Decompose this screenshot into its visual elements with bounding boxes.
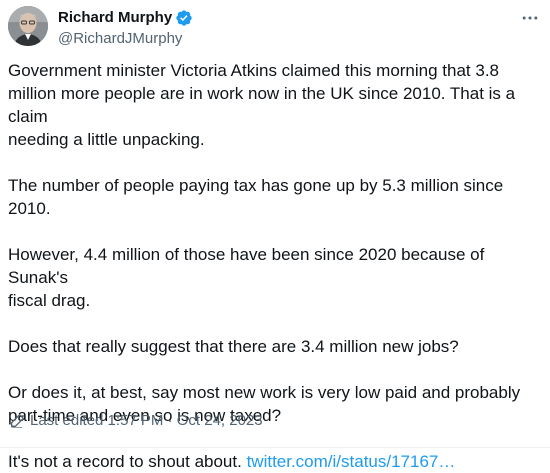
avatar[interactable]: [8, 6, 48, 46]
edit-timestamp: Last edited 1:57 PM · Oct 24, 2023: [30, 412, 263, 429]
status-link[interactable]: twitter.com/i/status/17167…: [247, 452, 456, 471]
edit-info[interactable]: Last edited 1:57 PM · Oct 24, 2023: [9, 412, 263, 429]
tweet-card: Richard Murphy @RichardJMurphy Governmen…: [0, 0, 550, 471]
pencil-icon: [9, 413, 25, 429]
display-name[interactable]: Richard Murphy: [58, 8, 172, 28]
tweet-paragraph: The number of people paying tax has gone…: [8, 176, 504, 218]
more-options-button[interactable]: [518, 6, 542, 30]
verified-badge-icon[interactable]: [175, 9, 193, 27]
tweet-paragraph: However, 4.4 million of those have been …: [8, 245, 485, 310]
author-info: Richard Murphy @RichardJMurphy: [58, 8, 193, 49]
name-row: Richard Murphy: [58, 8, 193, 28]
profile-photo-icon: [8, 6, 48, 46]
tweet-header: Richard Murphy @RichardJMurphy: [8, 6, 542, 50]
tweet-last-paragraph: It's not a record to shout about. twitte…: [8, 450, 544, 473]
tweet-last-text: It's not a record to shout about.: [8, 452, 247, 471]
more-horizontal-icon: [522, 16, 538, 20]
tweet-paragraph: Government minister Victoria Atkins clai…: [8, 61, 516, 149]
author-handle[interactable]: @RichardJMurphy: [58, 29, 193, 49]
tweet-paragraph: Does that really suggest that there are …: [8, 337, 459, 356]
divider: [0, 447, 550, 448]
tweet-text: Government minister Victoria Atkins clai…: [8, 59, 544, 473]
